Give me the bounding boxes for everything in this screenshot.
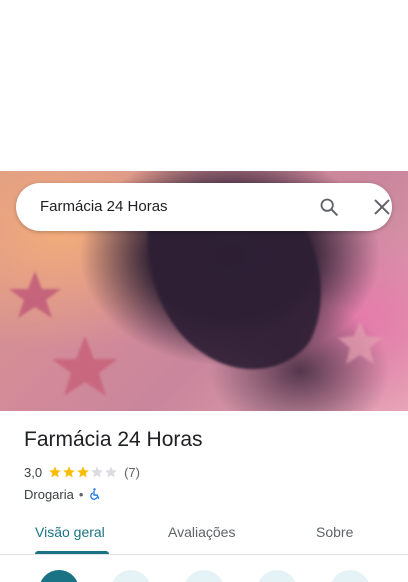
search-icon[interactable] xyxy=(318,196,340,218)
close-icon[interactable] xyxy=(371,196,393,218)
star-empty-icon xyxy=(105,466,117,478)
review-count[interactable]: (7) xyxy=(124,465,140,480)
star-filled-icon xyxy=(63,466,75,478)
maps-place-view: Farmácia 24 Horas Farmácia 24 Horas 3,0 … xyxy=(0,0,408,582)
tab-reviews[interactable]: Avaliações xyxy=(168,524,235,540)
share-button[interactable] xyxy=(330,570,370,582)
star-rating xyxy=(48,465,118,479)
separator-dot: • xyxy=(78,486,84,502)
rating-row[interactable]: 3,0 (7) xyxy=(24,463,140,481)
star-filled-icon xyxy=(49,466,61,478)
tab-about[interactable]: Sobre xyxy=(316,524,353,540)
category-row: Drogaria • xyxy=(24,485,101,503)
search-bar[interactable]: Farmácia 24 Horas xyxy=(16,183,392,231)
tab-overview[interactable]: Visão geral xyxy=(35,524,105,540)
save-button[interactable] xyxy=(184,570,224,582)
star-filled-icon xyxy=(77,466,89,478)
start-button[interactable] xyxy=(111,570,151,582)
wheelchair-icon xyxy=(90,488,100,500)
nearby-button[interactable] xyxy=(257,570,297,582)
rating-value: 3,0 xyxy=(24,464,43,480)
active-tab-indicator xyxy=(35,551,109,554)
star-empty-icon xyxy=(91,466,103,478)
tab-bar: Visão geral Avaliações Sobre xyxy=(0,512,408,555)
directions-button[interactable] xyxy=(39,570,79,582)
search-input[interactable]: Farmácia 24 Horas xyxy=(40,198,168,215)
category-label[interactable]: Drogaria xyxy=(24,487,74,502)
place-title: Farmácia 24 Horas xyxy=(24,428,203,451)
